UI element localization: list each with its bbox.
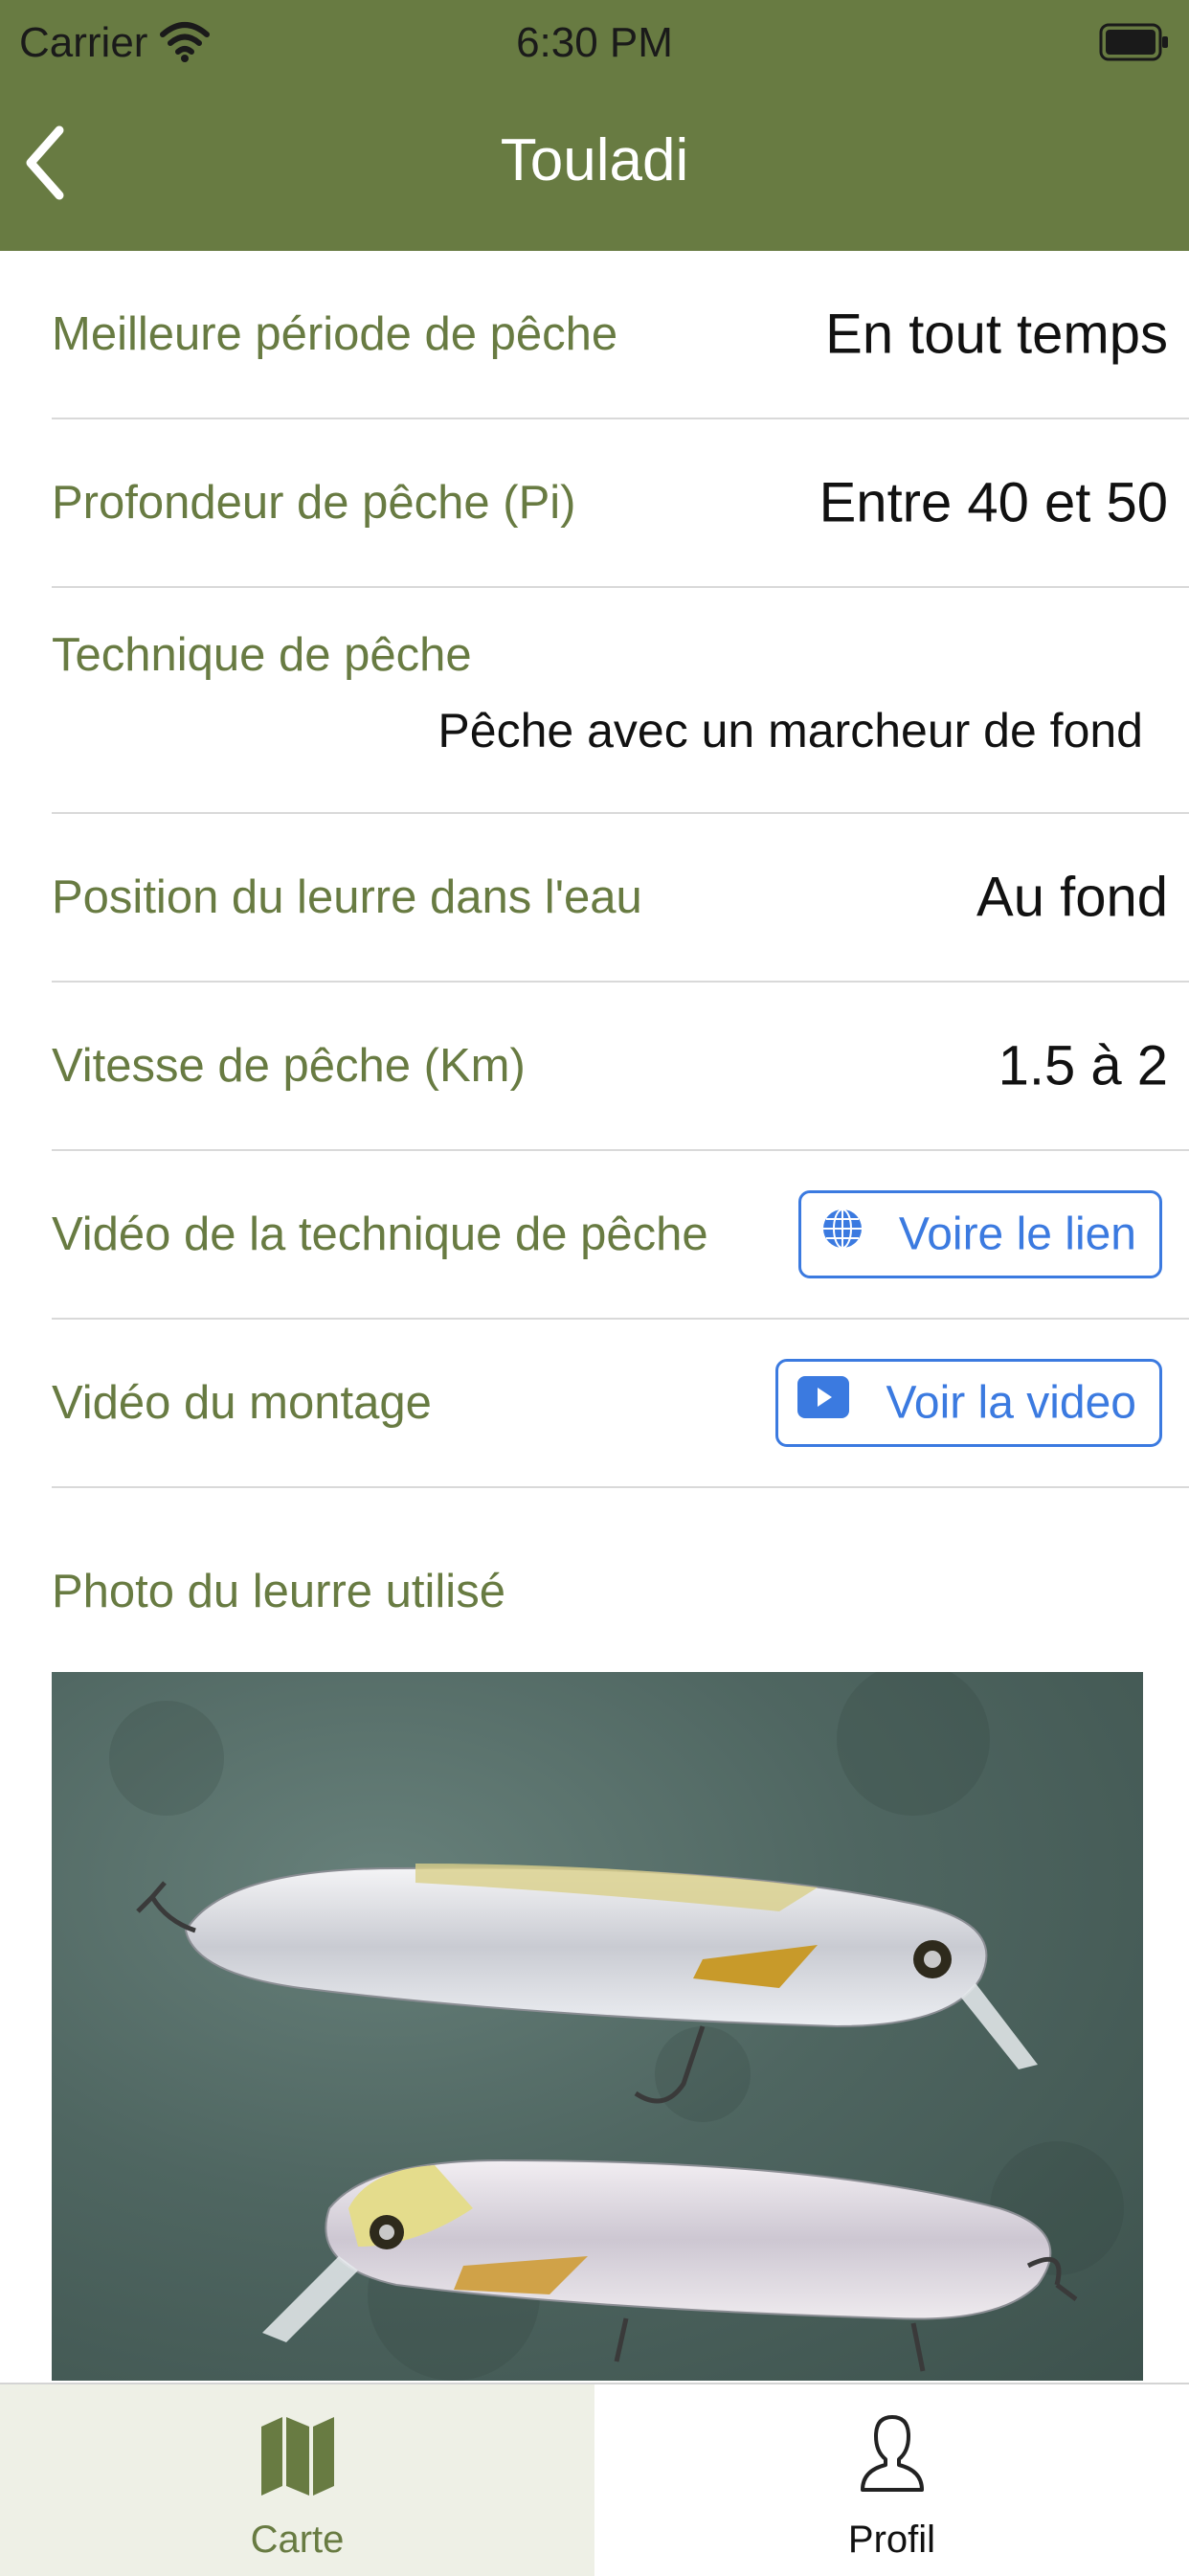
detail-value: Entre 40 et 50 <box>819 471 1168 534</box>
lure-photo <box>52 1672 1143 2381</box>
detail-value: En tout temps <box>825 303 1168 366</box>
page-title: Touladi <box>500 127 689 193</box>
tab-profil[interactable]: Profil <box>594 2384 1189 2576</box>
watch-video-button[interactable]: Voir la video <box>775 1359 1162 1447</box>
open-link-button[interactable]: Voire le lien <box>798 1190 1162 1278</box>
tab-label: Carte <box>250 2519 345 2561</box>
tab-label: Profil <box>847 2519 936 2561</box>
detail-row-setup-video: Vidéo du montage Voir la video <box>52 1320 1189 1488</box>
navigation-header: Carrier 6:30 PM Touladi <box>0 0 1189 251</box>
clock: 6:30 PM <box>516 19 673 66</box>
status-bar: Carrier 6:30 PM <box>0 0 1189 88</box>
detail-row-lure-position: Position du leurre dans l'eau Au fond <box>52 814 1189 983</box>
detail-label: Vitesse de pêche (Km) <box>52 1040 526 1092</box>
battery-icon <box>1099 23 1170 66</box>
detail-label: Position du leurre dans l'eau <box>52 871 642 923</box>
detail-row-technique-video: Vidéo de la technique de pêche Voire le … <box>52 1151 1189 1320</box>
map-icon <box>259 2413 336 2504</box>
detail-label: Technique de pêche <box>52 629 472 681</box>
lure-1 <box>136 1864 1038 2104</box>
details-list: Meilleure période de pêche En tout temps… <box>0 251 1189 1670</box>
detail-label: Profondeur de pêche (Pi) <box>52 477 576 529</box>
detail-row-speed: Vitesse de pêche (Km) 1.5 à 2 <box>52 983 1189 1151</box>
globe-icon <box>820 1207 864 1262</box>
detail-label: Photo du leurre utilisé <box>52 1566 505 1617</box>
tab-carte[interactable]: Carte <box>0 2384 594 2576</box>
watch-video-label: Voir la video <box>886 1377 1137 1429</box>
detail-value: 1.5 à 2 <box>998 1034 1168 1097</box>
detail-row-lure-photo: Photo du leurre utilisé <box>52 1488 1189 1670</box>
detail-row-technique: Technique de pêche Pêche avec un marcheu… <box>52 588 1189 814</box>
detail-row-depth: Profondeur de pêche (Pi) Entre 40 et 50 <box>52 419 1189 588</box>
detail-row-best-period: Meilleure période de pêche En tout temps <box>52 251 1189 419</box>
detail-label: Vidéo de la technique de pêche <box>52 1209 708 1260</box>
person-icon <box>859 2413 926 2498</box>
detail-value: Pêche avec un marcheur de fond <box>437 704 1143 757</box>
detail-label: Meilleure période de pêche <box>52 308 618 360</box>
tab-bar: Carte Profil <box>0 2383 1189 2576</box>
open-link-label: Voire le lien <box>898 1209 1136 1260</box>
detail-value: Au fond <box>976 866 1168 929</box>
play-icon <box>797 1376 849 1430</box>
detail-label: Vidéo du montage <box>52 1377 432 1429</box>
